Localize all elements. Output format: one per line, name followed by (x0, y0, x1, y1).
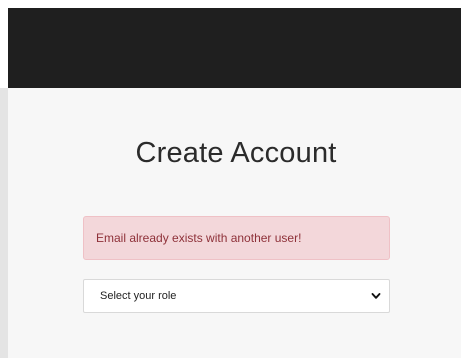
page: Create Account Email already exists with… (0, 0, 461, 358)
error-alert-text: Email already exists with another user! (96, 231, 302, 245)
error-alert: Email already exists with another user! (83, 216, 390, 260)
role-select[interactable]: Select your role (83, 279, 390, 313)
top-strip (0, 0, 461, 8)
page-title: Create Account (135, 137, 337, 169)
role-select-value: Select your role (100, 290, 177, 302)
side-gutter (0, 88, 8, 358)
header-bar (8, 8, 461, 88)
chevron-down-icon (371, 293, 381, 299)
